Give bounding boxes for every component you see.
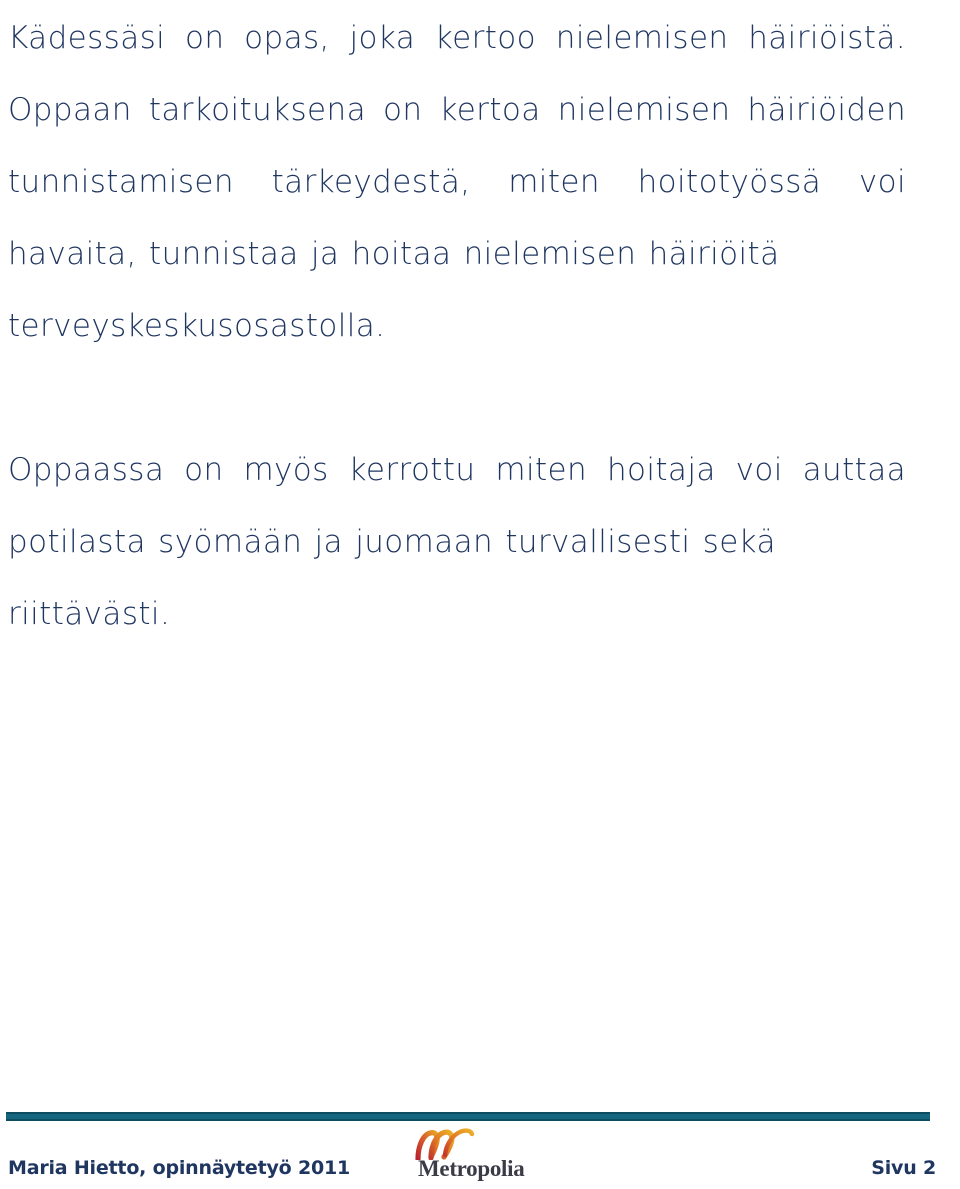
metropolia-logo: Metropolia — [414, 1128, 546, 1186]
paragraph-1-last-line: terveyskeskusosastolla. — [8, 308, 386, 344]
page-footer: Maria Hietto, opinnäytetyö 2011 Metropol… — [0, 1106, 960, 1189]
metropolia-wordmark: Metropolia — [418, 1156, 525, 1181]
footer-divider-bottom-line — [6, 1119, 930, 1121]
paragraph-2-text: Oppaassa on myös kerrottu miten hoitaja … — [8, 452, 906, 560]
document-page: Kädessäsi on opas, joka kertoo nielemise… — [0, 0, 960, 1189]
paragraph-1-text: Kädessäsi on opas, joka kertoo nielemise… — [8, 20, 906, 272]
footer-page-number: Sivu 2 — [871, 1157, 936, 1179]
paragraph-2-last-line: riittävästi. — [8, 596, 171, 632]
body-paragraph-1: Kädessäsi on opas, joka kertoo nielemise… — [8, 2, 906, 362]
footer-divider — [6, 1112, 930, 1121]
footer-author-text: Maria Hietto, opinnäytetyö 2011 — [8, 1157, 351, 1179]
body-paragraph-2: Oppaassa on myös kerrottu miten hoitaja … — [8, 434, 906, 650]
